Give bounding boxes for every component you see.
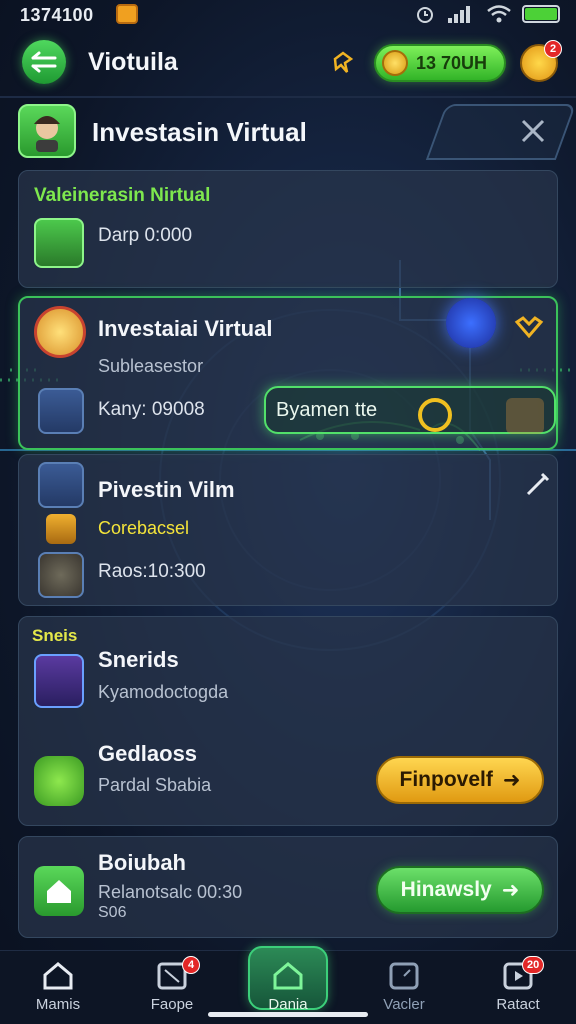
app-notification-icon xyxy=(116,4,138,24)
card3-coin-thumb xyxy=(38,552,84,598)
arrow-right-icon: ➜ xyxy=(501,878,520,902)
treasure-icon xyxy=(34,306,86,358)
header-divider xyxy=(0,96,576,98)
nav-item-vacler[interactable]: Vacler xyxy=(356,950,452,1024)
nav-label-dania: Dania xyxy=(268,996,308,1013)
coin-amount: 13 70UH xyxy=(416,52,488,73)
character-icon xyxy=(34,116,60,152)
card1-thumb xyxy=(34,218,84,268)
timer-icon xyxy=(389,962,419,990)
chest-icon xyxy=(46,514,76,544)
status-icons xyxy=(414,4,560,24)
coin-balance[interactable]: 13 70UH xyxy=(374,44,506,82)
spin-icon[interactable] xyxy=(446,298,496,348)
pin-icon[interactable] xyxy=(330,50,356,76)
card4-label: Sneis xyxy=(32,626,78,645)
back-button[interactable] xyxy=(22,40,66,84)
signal-icon xyxy=(448,6,470,23)
tool-icon xyxy=(506,398,544,434)
edit-icon[interactable] xyxy=(524,470,552,498)
card5-line2: S06 xyxy=(98,904,127,921)
nav-item-home[interactable]: Mamis xyxy=(10,950,106,1024)
wifi-icon xyxy=(487,5,511,23)
target-icon xyxy=(418,398,452,432)
home-icon xyxy=(43,962,73,990)
card4-item1-title: Snerids xyxy=(98,647,179,672)
card4-action-button[interactable]: Finpovelf ➜ xyxy=(376,756,544,804)
back-arrow-icon xyxy=(31,51,57,73)
card3-thumb xyxy=(38,462,84,508)
coin-icon xyxy=(382,50,408,76)
card5-line1: Relanotsalc 00:30 xyxy=(98,882,243,902)
nav-label-vacler: Vacler xyxy=(383,996,425,1013)
battery-icon xyxy=(522,5,560,23)
card2-thumb xyxy=(38,388,84,434)
card3-value: Raos:10:300 xyxy=(98,561,206,582)
card5-action-button[interactable]: Hinawsly ➜ xyxy=(376,866,544,914)
card4-item2-title: Gedlaoss xyxy=(98,741,198,766)
card1-value: Darp 0:000 xyxy=(98,225,193,246)
nav-item-ratact[interactable]: Ratact xyxy=(470,950,566,1024)
close-icon[interactable] xyxy=(518,116,548,146)
card5-button-label: Hinawsly xyxy=(400,878,492,901)
section-avatar xyxy=(18,104,76,158)
nav-label-faope: Faope xyxy=(150,996,194,1013)
arrow-right-icon: ➜ xyxy=(502,768,521,792)
card4-item2-thumb xyxy=(34,756,84,806)
card4-item1-thumb xyxy=(34,654,84,708)
alarm-icon xyxy=(417,7,433,23)
card2-title: Investaiai Virtual xyxy=(98,316,273,341)
card4-item1-sub: Kyamodoctogda xyxy=(98,682,229,702)
nav-label-ratact: Ratact xyxy=(496,996,540,1013)
card2-pill-label: Byamen tte xyxy=(276,398,378,421)
nav-label-home: Mamis xyxy=(35,996,81,1013)
home-indicator xyxy=(208,1012,368,1017)
heart-icon[interactable] xyxy=(514,314,544,340)
home-active-icon xyxy=(273,962,303,990)
card3-title: Pivestin Vilm xyxy=(98,477,235,502)
notification-badge: 2 xyxy=(544,40,562,58)
card5-home-thumb xyxy=(34,866,84,916)
nav-badge-faope: 4 xyxy=(182,956,200,974)
card4-button-label: Finpovelf xyxy=(399,768,493,791)
section-title: Investasin Virtual xyxy=(92,117,307,147)
nav-badge-ratact: 20 xyxy=(522,956,545,974)
app-title: Viotuila xyxy=(88,48,178,76)
card2-value: Kany: 09008 xyxy=(98,399,205,420)
card3-subtitle: Corebacsel xyxy=(98,518,190,538)
card2-subtitle: Subleasestor xyxy=(98,356,204,376)
card1-label: Valeinerasin Nirtual xyxy=(34,185,211,206)
card4-item2-sub: Pardal Sbabia xyxy=(98,775,212,795)
card5-title: Boiubah xyxy=(98,850,186,875)
home-icon xyxy=(47,880,71,903)
close-tab xyxy=(425,104,576,160)
nav-item-faope[interactable]: Faope xyxy=(124,950,220,1024)
status-time: 1374100 xyxy=(20,5,94,25)
